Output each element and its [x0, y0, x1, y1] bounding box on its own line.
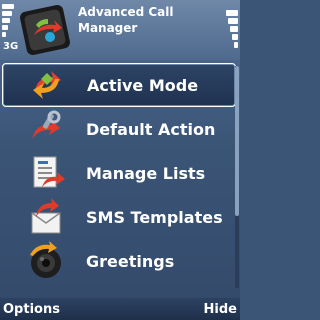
call-manager-app-icon: [20, 5, 70, 55]
menu-item-label: Manage Lists: [86, 163, 206, 183]
greetings-icon: [30, 241, 61, 278]
menu-item-label: Greetings: [86, 251, 175, 271]
default-action-icon: [32, 110, 61, 139]
menu-item-manage-lists[interactable]: Manage Lists: [2, 151, 236, 195]
menu-item-label: Default Action: [86, 119, 216, 139]
menu-item-label: Active Mode: [87, 75, 199, 95]
phone-screen: 3G Advanced Call Manager Active Mode Def…: [0, 0, 240, 320]
title-bar: 3G Advanced Call Manager: [0, 0, 240, 60]
menu-item-label: SMS Templates: [86, 207, 223, 227]
menu-item-active-mode[interactable]: Active Mode: [2, 63, 236, 107]
menu-item-greetings[interactable]: Greetings: [2, 239, 236, 283]
scrollbar-thumb[interactable]: [235, 66, 239, 216]
hide-softkey[interactable]: Hide: [204, 302, 237, 317]
options-softkey[interactable]: Options: [3, 302, 60, 317]
sms-templates-icon: [31, 198, 61, 234]
app-title: Advanced Call Manager: [78, 5, 174, 35]
scrollbar[interactable]: [235, 66, 239, 288]
network-type-label: 3G: [3, 41, 19, 52]
menu-item-default-action[interactable]: Default Action: [2, 107, 236, 151]
main-menu-list: Active Mode Default Action Manage Lists: [0, 63, 240, 283]
softkey-bar: Options Hide: [0, 298, 240, 320]
menu-item-sms-templates[interactable]: SMS Templates: [2, 195, 236, 239]
manage-lists-icon: [33, 156, 65, 188]
signal-strength-icon: [2, 4, 16, 42]
battery-icon: [226, 4, 238, 48]
active-mode-icon: [33, 71, 61, 99]
